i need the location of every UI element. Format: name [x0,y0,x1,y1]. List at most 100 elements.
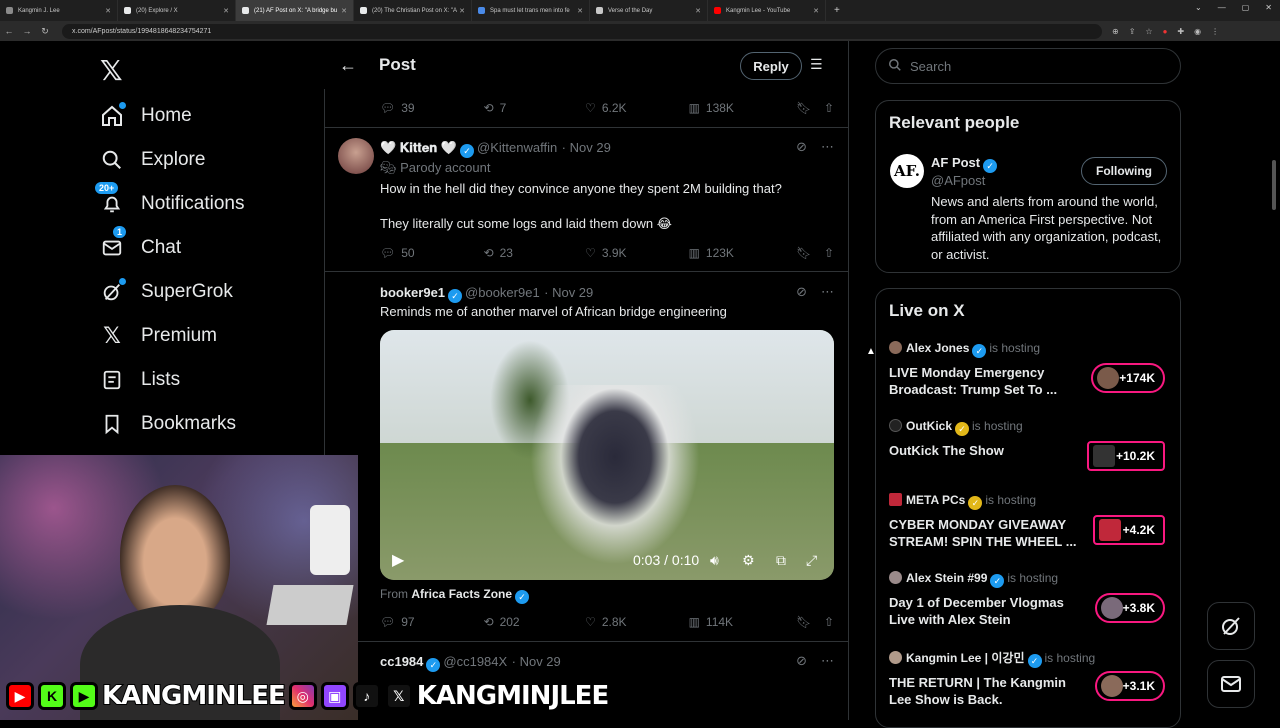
author-name[interactable]: 🤍 𝐊𝐢𝐭𝐭𝐞𝐧 🤍 [380,140,457,155]
live-item[interactable]: META PCs ✓ is hosting CYBER MONDAY GIVEAWA… [889,493,1169,550]
close-icon[interactable]: ✕ [577,7,583,15]
tweet-date[interactable]: · Nov 29 [512,654,561,669]
live-item[interactable]: Alex Jones ✓ is hosting LIVE Monday Emerge… [889,341,1169,398]
more-icon[interactable]: ⋯ [821,653,834,669]
share-icon[interactable]: ⇧ [824,615,834,629]
nav-bookmarks[interactable]: Bookmarks [100,409,236,439]
nav-home[interactable]: Home [100,101,192,131]
share-icon[interactable]: ⇧ [824,101,834,115]
browser-tab[interactable]: (20) Explore / X ✕ [118,0,236,21]
nav-explore[interactable]: Explore [100,145,205,175]
repost-action[interactable]: ⟲ 202 [484,615,586,629]
share-icon[interactable]: ⇪ [1129,27,1136,36]
grok-icon[interactable]: ⊘ [796,284,807,300]
volume-icon[interactable]: 🔊︎ [710,552,719,569]
video-player[interactable]: ▶ 0:03 / 0:10 🔊︎ ⚙ ⧉ ⤢ [380,330,834,580]
live-item[interactable]: Alex Stein #99 ✓ is hosting Day 1 of Decem… [889,571,1169,628]
following-button[interactable]: Following [1081,157,1167,185]
avatar[interactable] [338,138,374,174]
reply-action[interactable]: 💬︎ 50 [380,246,484,260]
live-count[interactable]: +4.2K [1093,515,1165,545]
close-icon[interactable]: ✕ [105,7,111,15]
fullscreen-icon[interactable]: ⤢ [806,552,817,569]
like-action[interactable]: ♡ 2.8K [585,615,689,629]
tweet-date[interactable]: · Nov 29 [544,285,593,300]
live-item[interactable]: OutKick ✓ is hosting OutKick The Show +10.… [889,419,1169,471]
zoom-icon[interactable]: ⊕ [1112,27,1119,36]
nav-premium[interactable]: 𝕏 Premium [100,321,217,351]
browser-tab[interactable]: Kangmin Lee - YouTube ✕ [708,0,826,21]
new-tab-icon[interactable]: + [826,5,848,16]
browser-tab[interactable]: Verse of the Day ✕ [590,0,708,21]
views-action[interactable]: ▥ 114K [689,615,797,629]
like-action[interactable]: ♡ 6.2K [585,101,689,115]
close-icon[interactable]: ✕ [223,7,229,15]
close-icon[interactable]: ✕ [341,7,347,15]
pip-icon[interactable]: ⧉ [776,552,786,569]
views-action[interactable]: ▥ 138K [689,101,797,115]
nav-notifications[interactable]: 20+ Notifications [94,181,245,219]
bookmark-icon[interactable]: 🔖︎ [796,246,824,260]
author-name[interactable]: booker9e1 [380,285,445,300]
reply-button[interactable]: Reply [740,52,802,80]
back-arrow-icon[interactable]: ← [339,55,357,76]
puzzle-icon[interactable]: ✚ [1177,27,1184,36]
back-icon[interactable]: ← [0,26,18,36]
author-handle[interactable]: @cc1984X [443,654,507,669]
more-icon[interactable]: ⋯ [821,139,834,155]
close-window-icon[interactable]: ✕ [1265,3,1272,12]
live-count[interactable]: +3.1K [1095,671,1165,701]
avatar[interactable]: AF. [890,154,924,188]
forward-icon[interactable]: → [18,26,36,36]
menu-icon[interactable]: ⋮ [1211,27,1219,36]
close-icon[interactable]: ✕ [695,7,701,15]
maximize-icon[interactable]: ▢ [1242,3,1250,12]
person-name[interactable]: AF Post [931,155,980,170]
nav-lists[interactable]: Lists [100,365,180,395]
live-count[interactable]: +10.2K [1087,441,1165,471]
reload-icon[interactable]: ↻ [36,26,54,37]
author-name[interactable]: cc1984 [380,654,423,669]
extension-icon[interactable]: ● [1163,27,1168,36]
grok-icon[interactable]: ⊘ [796,653,807,669]
reply-action[interactable]: 💬︎ 39 [380,101,484,115]
close-icon[interactable]: ✕ [813,7,819,15]
scrollbar[interactable] [1272,160,1276,210]
search-input[interactable]: Search [875,48,1181,84]
sliders-icon[interactable]: ☰ [810,56,823,73]
author-handle[interactable]: @booker9e1 [465,285,540,300]
live-count[interactable]: +174K [1091,363,1165,393]
live-count[interactable]: +3.8K [1095,593,1165,623]
messages-float-button[interactable] [1207,660,1255,708]
bookmark-icon[interactable]: 🔖︎ [796,615,824,629]
bookmark-icon[interactable]: 🔖︎ [796,101,824,115]
star-icon[interactable]: ☆ [1145,27,1152,36]
close-icon[interactable]: ✕ [459,7,465,15]
nav-chat[interactable]: 1 Chat [100,225,181,263]
browser-tab-active[interactable]: (21) AF Post on X: "A bridge bu ✕ [236,0,354,21]
settings-icon[interactable]: ⚙ [742,552,755,569]
tab-search-icon[interactable]: ⌄ [1195,3,1202,12]
repost-action[interactable]: ⟲ 7 [484,101,586,115]
reply-action[interactable]: 💬︎ 97 [380,615,484,629]
share-icon[interactable]: ⇧ [824,246,834,260]
play-icon[interactable]: ▶ [392,550,404,570]
grok-float-button[interactable] [1207,602,1255,650]
more-icon[interactable]: ⋯ [821,284,834,300]
browser-tab[interactable]: Spa must let trans men into fe ✕ [472,0,590,21]
nav-supergrok[interactable]: SuperGrok [100,277,233,307]
x-logo-icon[interactable]: 𝕏 [100,54,123,87]
url-input[interactable]: x.com/AFpost/status/1994818648234754271 [62,23,1102,39]
tweet-date[interactable]: · Nov 29 [562,140,611,155]
browser-tab[interactable]: Kangmin J. Lee ✕ [0,0,118,21]
person-handle[interactable]: @AFpost [931,173,985,188]
browser-tab[interactable]: (20) The Christian Post on X: "A ✕ [354,0,472,21]
source-name[interactable]: Africa Facts Zone [411,587,512,601]
like-action[interactable]: ♡ 3.9K [585,246,689,260]
repost-action[interactable]: ⟲ 23 [484,246,586,260]
author-handle[interactable]: @Kittenwaffin [477,140,557,155]
minimize-icon[interactable]: — [1218,3,1226,12]
profile-icon[interactable]: ◉ [1194,27,1201,36]
grok-icon[interactable]: ⊘ [796,139,807,155]
live-item[interactable]: Kangmin Lee | 이강민 ✓ is hosting THE RETURN … [889,649,1169,708]
